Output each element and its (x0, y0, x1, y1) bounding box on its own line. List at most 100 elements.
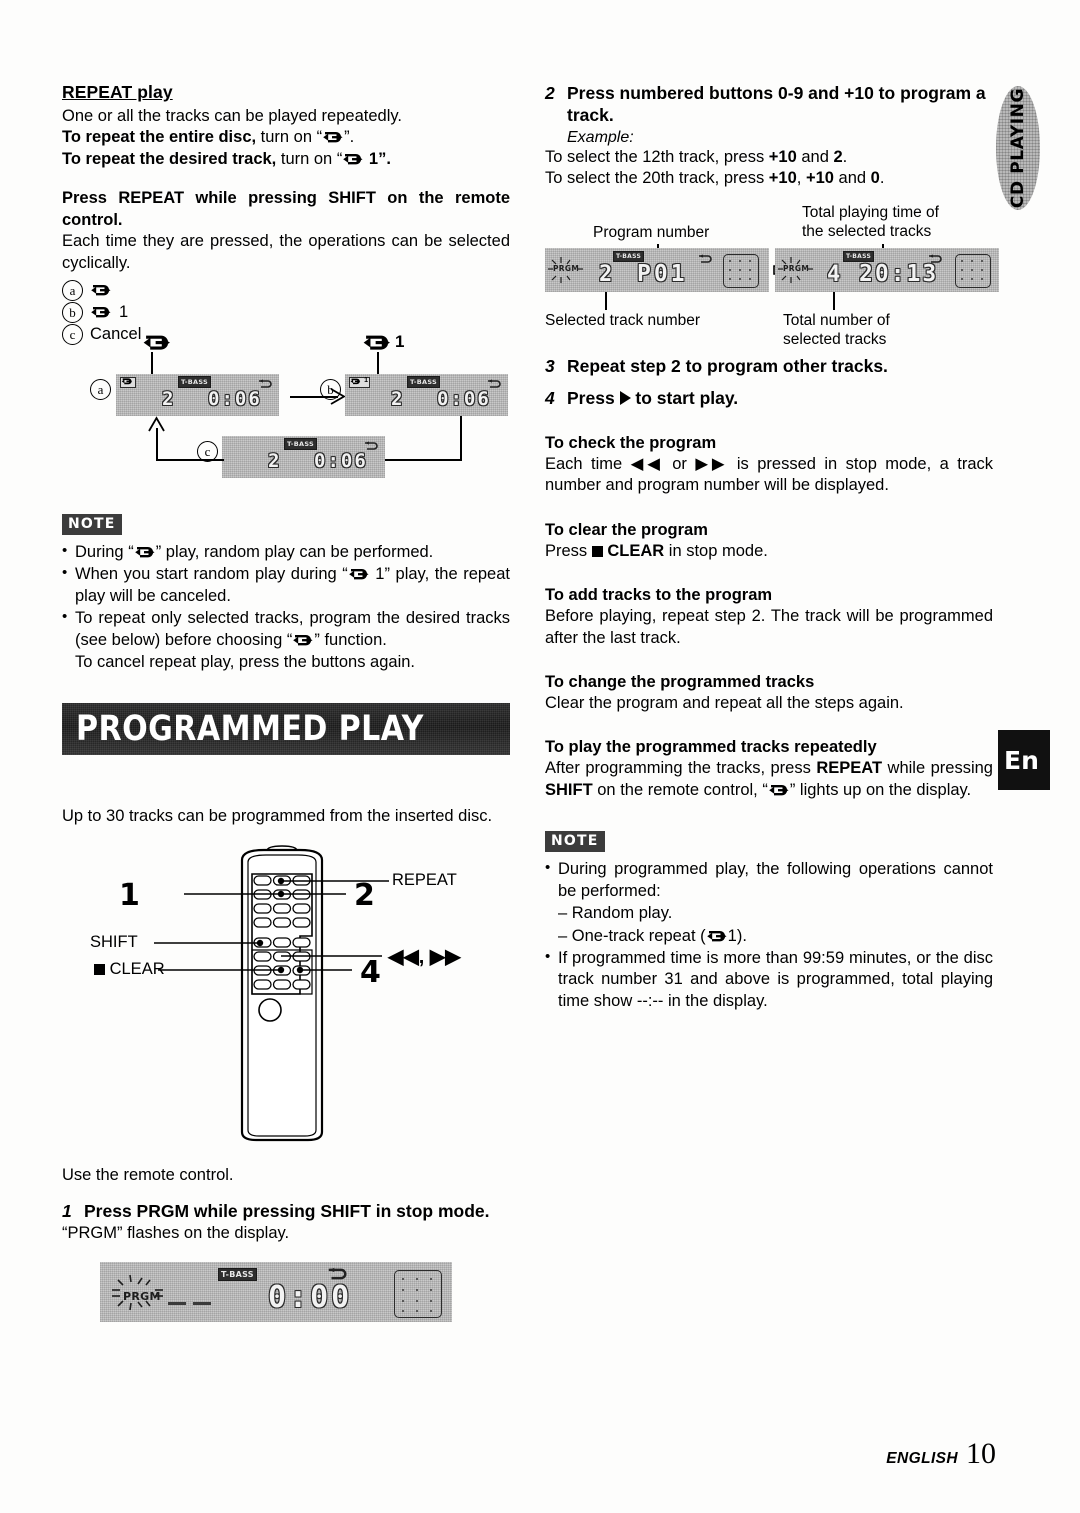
step-3: 3 Repeat step 2 to program other tracks. (545, 355, 993, 377)
lcd-tbass-indicator-b: T-BASS (407, 376, 441, 388)
side-tab-language-label: En (1004, 745, 1039, 775)
example-line-2-mid: , (796, 169, 806, 188)
programmed-play-banner: PROGRAMMED PLAY (62, 703, 510, 755)
manual-page: CD PLAYING En REPEAT play One or all the… (0, 0, 1080, 1513)
lcd-track-left: 2 (599, 262, 615, 287)
leader-total-number (833, 292, 835, 310)
repeat-desired-track-line: To repeat the desired track, turn on “ 1… (62, 149, 510, 170)
example-label: Example: (567, 128, 634, 146)
left-notes-list: During “ ” play, random play can be perfo… (62, 541, 510, 674)
left-note-2: When you start random play during “ 1” p… (62, 563, 510, 607)
lcd-time-prgm: 0:00 (268, 1280, 353, 1315)
repeat-icon-note3 (292, 634, 314, 647)
right-note-2: If programmed time is more than 99:59 mi… (545, 947, 993, 1012)
lcd-prgm-label-left: PRGM (553, 264, 580, 273)
lcd-display-program-entry: PRGM T-BASS 2 P01 (545, 248, 769, 292)
step-4-post: to start play. (630, 388, 739, 409)
cycle-item-b-label: 1 (119, 303, 129, 322)
repeat-icon-onetrack (706, 930, 728, 943)
left-note-4: To cancel repeat play, press the buttons… (75, 653, 415, 672)
right-column-steps: 3 Repeat step 2 to program other tracks.… (545, 355, 993, 1013)
step-2-text: Press numbered buttons 0-9 and +10 to pr… (567, 83, 986, 126)
leader-line-a (151, 352, 153, 374)
programmed-play-intro: Up to 30 tracks can be programmed from t… (62, 807, 493, 825)
left-note-2-pre: When you start random play during “ (75, 565, 348, 584)
lcd-display-repeat-one: 1 T-BASS 2 0:06 (345, 374, 508, 416)
remote-label-skip: ◀◀, ▶▶ (388, 946, 461, 968)
program-display-diagram: Program number Total playing time of the … (545, 200, 1000, 348)
loop-arrow-head-up (148, 416, 165, 437)
example-line-2-b2: +10 (805, 169, 834, 188)
step-2: 2 Press numbered buttons 0-9 and +10 to … (545, 82, 993, 127)
lcd-display-repeat-off: T-BASS 2 0:06 (222, 436, 385, 478)
remote-callout-1: 1 (119, 878, 140, 913)
repeat-one-icon (342, 153, 364, 166)
right-column: 2 Press numbered buttons 0-9 and +10 to … (545, 82, 993, 190)
stop-square-icon (94, 964, 105, 975)
repeat-desired-track-rest: turn on “ (276, 149, 343, 168)
use-remote-control-text: Use the remote control. (62, 1166, 234, 1184)
lcd-disc-indicator-prgm (394, 1270, 442, 1318)
side-tab-language: En (998, 730, 1050, 790)
right-note-dash-2: – One-track repeat (1). (558, 926, 747, 945)
step-1: 1 Press PRGM while pressing SHIFT in sto… (62, 1200, 510, 1222)
loop-line-b-left (380, 459, 462, 461)
step-4-text: Press to start play. (567, 387, 993, 409)
section-body-clear: Press CLEAR in stop mode. (545, 541, 768, 560)
programmed-play-banner-text: PROGRAMMED PLAY (76, 709, 424, 749)
lcd-repeat-one-digit: 1 (364, 377, 368, 384)
cycle-item-a: a (62, 280, 510, 302)
step-1-text: Press PRGM while pressing SHIFT in stop … (84, 1201, 490, 1222)
step-3-text: Repeat step 2 to program other tracks. (567, 356, 888, 376)
left-column: REPEAT play One or all the tracks can be… (62, 82, 510, 346)
lcd-track-a: 2 (162, 388, 176, 410)
callout-b-number: 1 (395, 332, 405, 351)
lcd-prgm-label: PRGM (123, 1290, 161, 1303)
leader-selected-track (605, 292, 607, 310)
remote-callout-2: 2 (354, 878, 375, 913)
left-note-3-post: ” function. (314, 630, 387, 649)
footer-language-label: ENGLISH (886, 1450, 958, 1467)
remote-label-repeat: REPEAT (392, 871, 457, 889)
remote-control-figure: REPEAT 1 2 SHIFT ◀◀, ▶▶ CLEAR 4 (62, 838, 510, 1148)
lcd-disc-indicator-left (723, 254, 759, 288)
lcd-repeat-one-indicator-b: 1 (349, 377, 370, 388)
repeat-all-icon-a (90, 284, 112, 297)
repeat-entire-disc-tail: ”. (344, 128, 355, 147)
example-line-1-b1: +10 (768, 147, 797, 166)
right-notes-list: During programmed play, the following op… (545, 858, 993, 1012)
caption-total-playing-time: Total playing time of the selected tracks (802, 204, 939, 240)
section-body-change: Clear the program and repeat all the ste… (545, 693, 904, 712)
repeat-play-heading: REPEAT play (62, 82, 173, 102)
lcd-display-repeat-all: T-BASS 2 0:06 (116, 374, 279, 416)
lcd-prgm-label-right: PRGM (783, 264, 810, 273)
note-badge-left: NOTE (62, 514, 122, 535)
remote-label-clear: CLEAR (94, 960, 165, 979)
section-heading-repeatedly: To play the programmed tracks repeatedly (545, 738, 877, 757)
caption-total-number: Total number of selected tracks (783, 312, 890, 348)
example-line-1-pre: To select the 12th track, press (545, 147, 769, 166)
repeat-icon-note2 (348, 568, 370, 581)
example-line-2-mid2: and (833, 169, 871, 188)
loop-line-c-left (156, 459, 224, 461)
lcd-program-left: P01 (637, 261, 688, 287)
callout-repeat-all-icon (142, 334, 172, 357)
example-line-2-b3: 0 (870, 169, 880, 188)
play-triangle-icon (619, 391, 631, 406)
lcd-track-c: 2 (268, 450, 282, 472)
diagram-circled-b: b (320, 379, 341, 400)
side-tab-cd-playing: CD PLAYING (996, 86, 1040, 210)
caption-program-number: Program number (593, 224, 710, 241)
leader-line-b (377, 352, 379, 374)
repeat-instruction-sub: Each time they are pressed, the operatio… (62, 232, 510, 272)
note-badge-right: NOTE (545, 831, 605, 853)
section-heading-clear: To clear the program (545, 520, 708, 539)
lcd-time-right: 20:13 (859, 261, 939, 287)
section-body-add: Before playing, repeat step 2. The track… (545, 607, 993, 647)
cycle-item-b: b 1 (62, 301, 510, 323)
repeat-entire-disc-bold: To repeat the entire disc, (62, 128, 257, 147)
left-note-block: NOTE During “ ” play, random play can be … (62, 514, 510, 675)
example-line-2: To select the 20th track, press +10, +10… (545, 168, 993, 189)
repeat-desired-track-bold: To repeat the desired track, (62, 149, 277, 168)
repeat-one-icon-b (90, 306, 112, 319)
